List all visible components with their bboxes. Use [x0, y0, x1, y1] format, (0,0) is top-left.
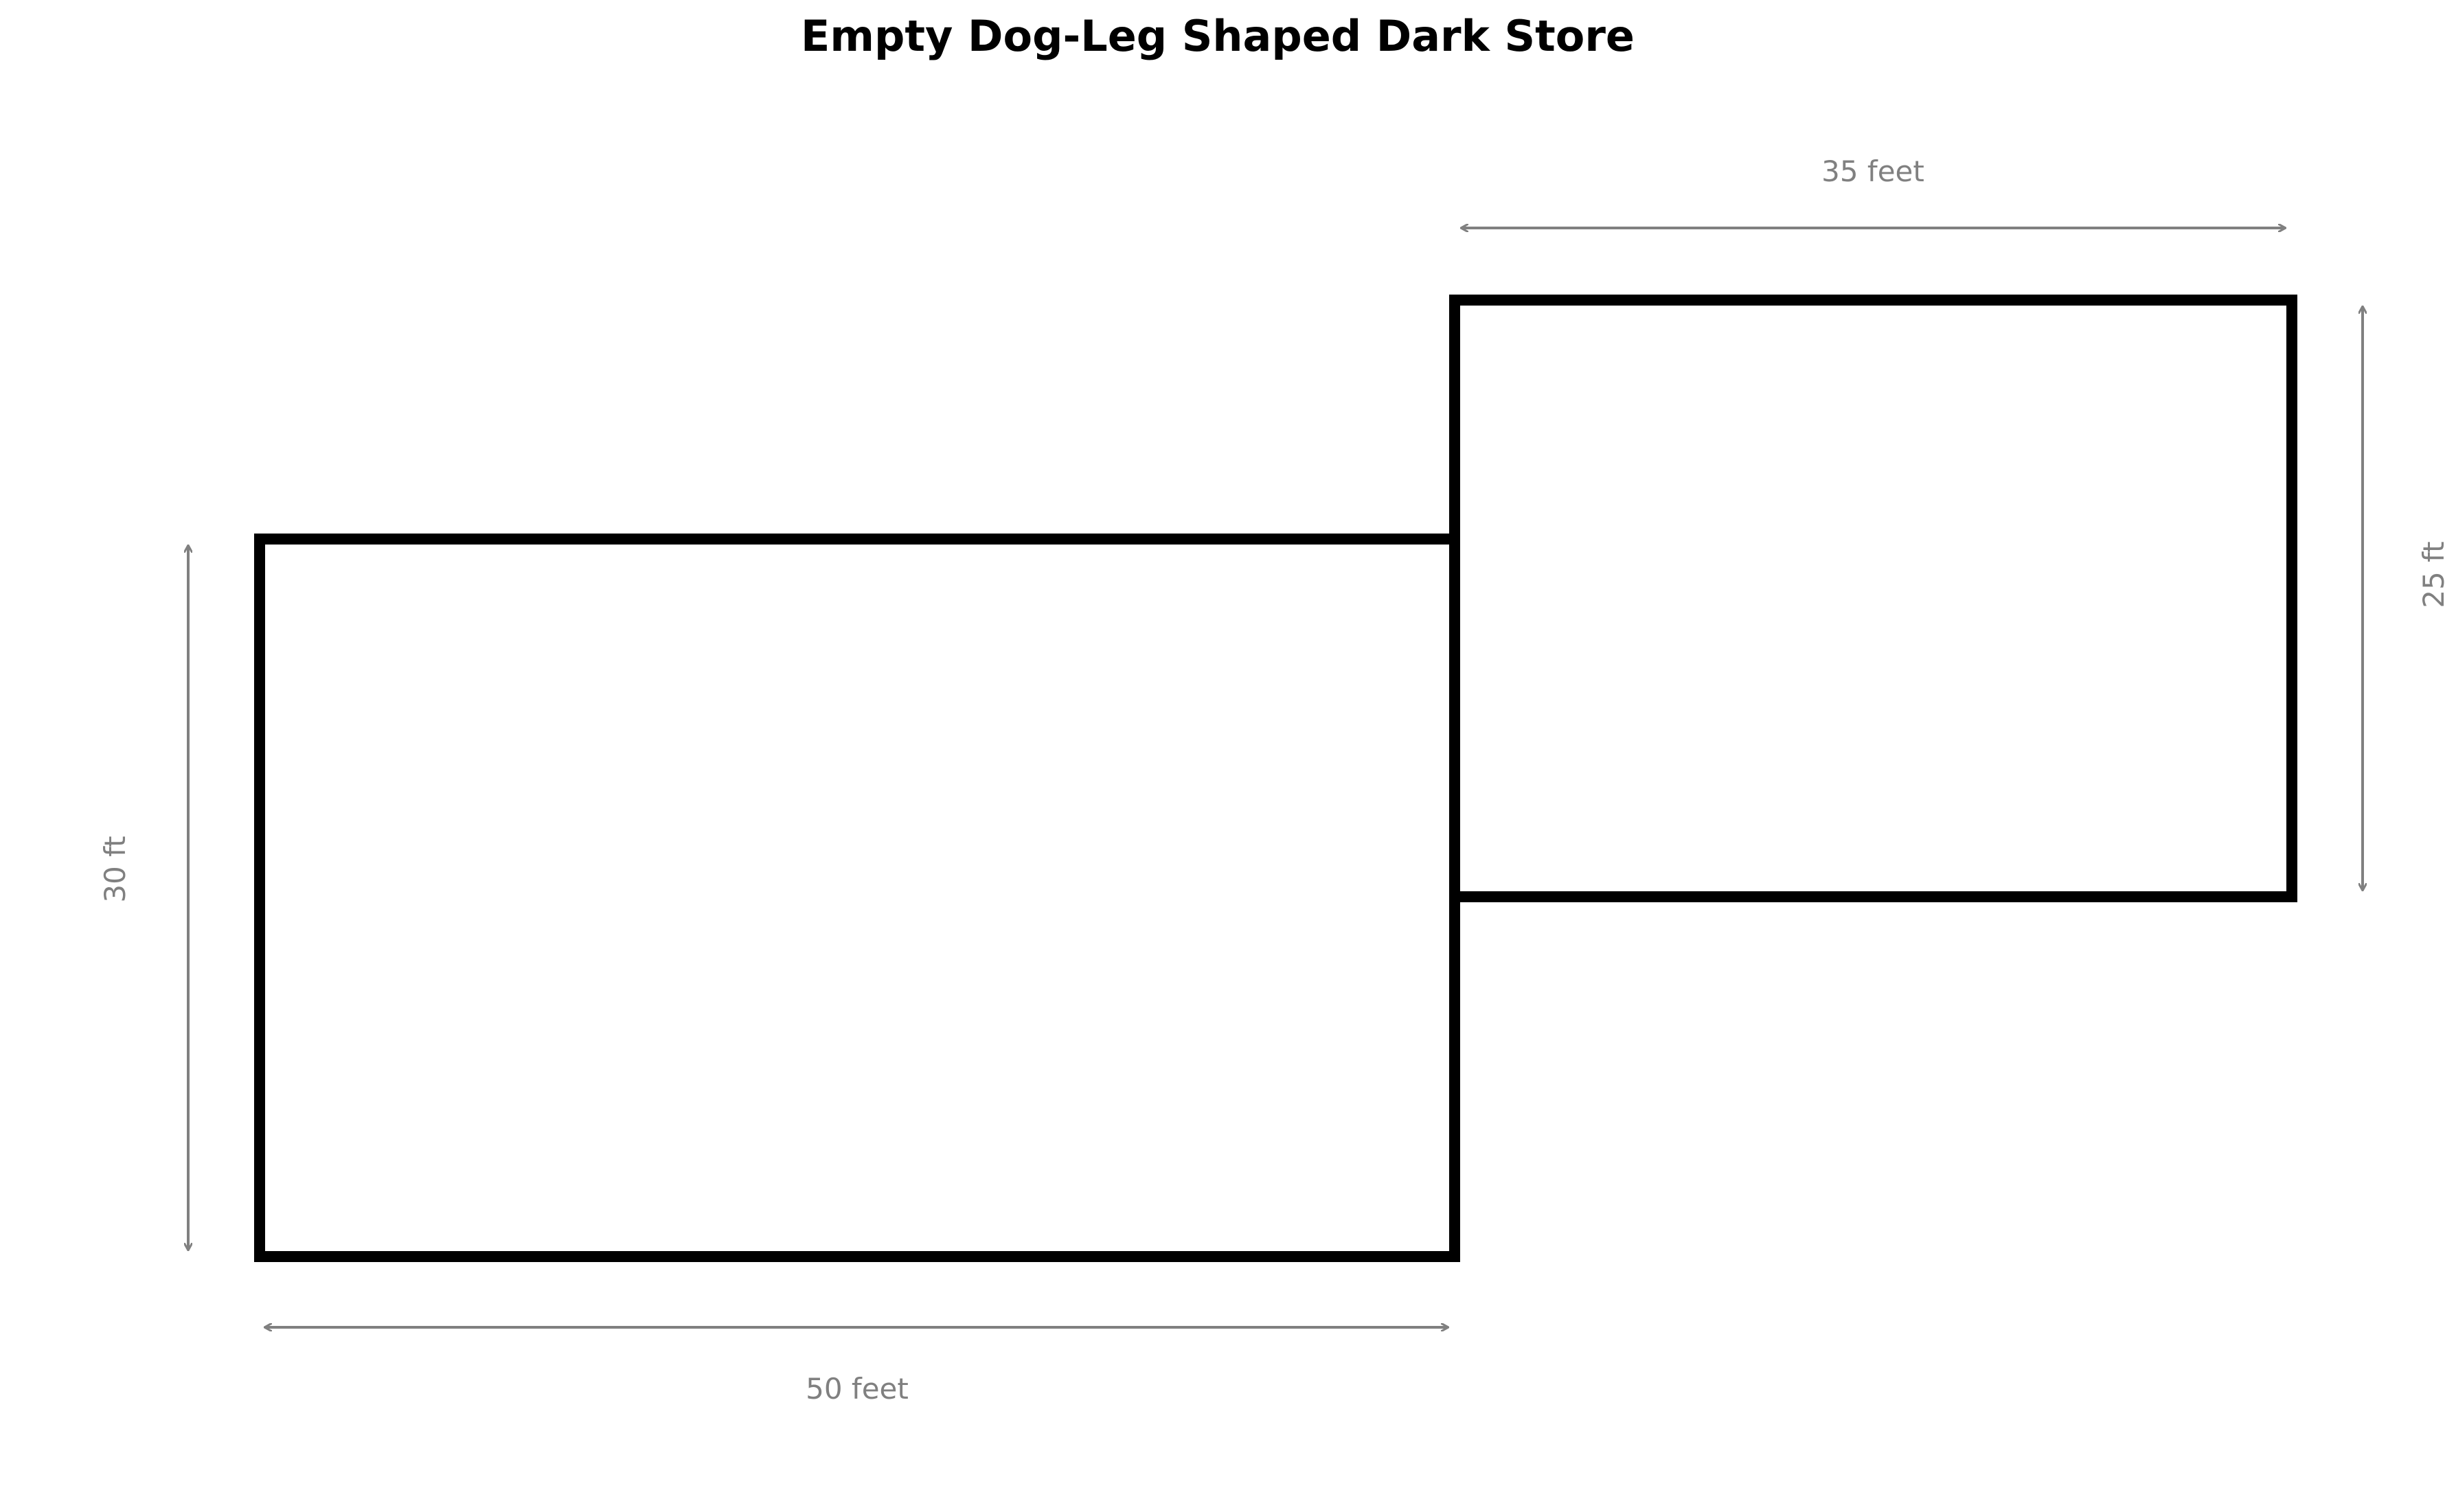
floor-plan-diagram: Empty Dog-Leg Shaped Dark Store 50 feet … — [0, 0, 2456, 1509]
small-width-label: 35 feet — [1821, 154, 1924, 188]
large-room-outline — [254, 534, 1460, 1262]
small-room-outline — [1449, 295, 2297, 902]
large-width-label: 50 feet — [806, 1372, 909, 1406]
large-height-label: 30 ft — [98, 836, 132, 902]
diagram-title: Empty Dog-Leg Shaped Dark Store — [801, 11, 1635, 61]
floor-plan-svg: Empty Dog-Leg Shaped Dark Store 50 feet … — [98, 11, 2451, 1406]
small-height-label: 25 ft — [2417, 541, 2451, 608]
